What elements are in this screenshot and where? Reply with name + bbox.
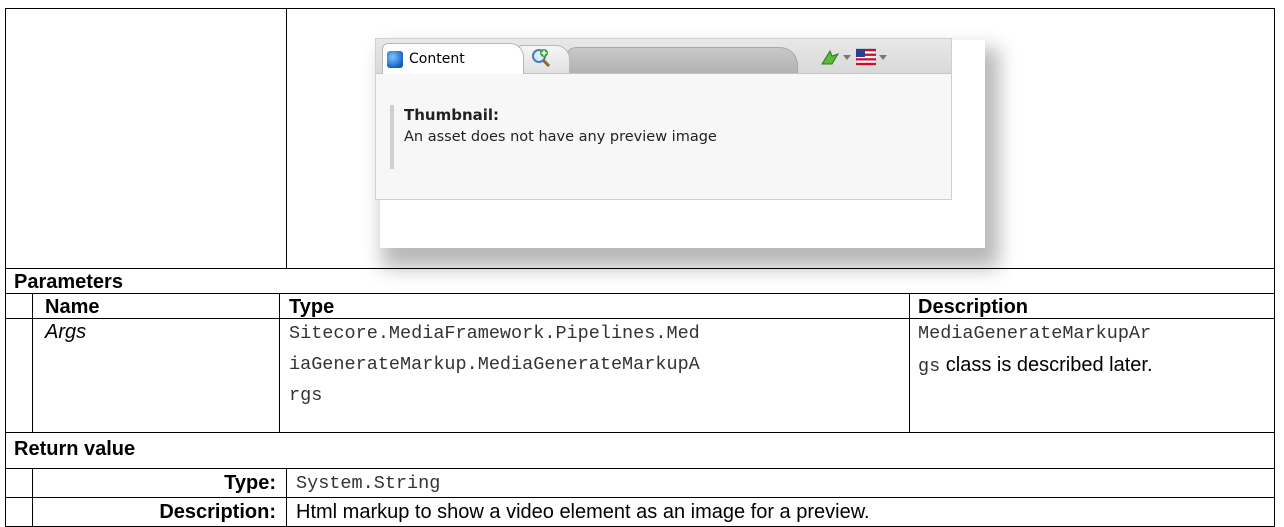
thumbnail-field-message: An asset does not have any preview image	[404, 129, 717, 145]
param-description-code-line-2: gs	[918, 356, 941, 377]
field-indicator-bar	[390, 105, 394, 169]
content-editor-screenshot: Content Thumbnail: An asset does not hav…	[375, 38, 952, 200]
return-type-value: System.String	[296, 473, 441, 494]
navigate-icon[interactable]	[820, 48, 840, 66]
parameters-title: Parameters	[14, 271, 123, 293]
chevron-down-icon[interactable]	[843, 55, 851, 60]
tab-bar: Content	[376, 39, 951, 74]
col-line-description	[909, 293, 910, 433]
thumbnail-field-title: Thumbnail:	[404, 106, 500, 124]
chevron-down-icon[interactable]	[879, 55, 887, 60]
tab-blank	[566, 47, 798, 73]
param-type-line-3: rgs	[289, 385, 323, 406]
col-line-type	[279, 293, 280, 433]
row-line-parameters	[5, 268, 1275, 269]
row-line-param-row	[5, 318, 1275, 319]
return-type-label: Type:	[224, 472, 276, 494]
param-description-line-2: gs class is described later.	[918, 353, 1153, 379]
indent-col-return	[32, 468, 33, 527]
return-description-label: Description:	[159, 501, 276, 523]
param-type-line-2: iaGenerateMarkup.MediaGenerateMarkupA	[289, 354, 700, 375]
param-header-description: Description	[918, 296, 1029, 318]
param-name-args: Args	[45, 321, 87, 343]
row-line-return-type	[5, 497, 1275, 498]
return-value-title: Return value	[14, 438, 136, 460]
screenshot-cell-divider	[286, 8, 287, 268]
table-border-top	[5, 8, 1275, 9]
return-description-value: Html markup to show a video element as a…	[296, 501, 870, 523]
row-line-return-headers	[5, 468, 1275, 469]
flag-us-icon[interactable]	[856, 48, 876, 66]
param-type-line-1: Sitecore.MediaFramework.Pipelines.Med	[289, 323, 700, 344]
cube-icon	[387, 51, 403, 68]
col-line-return-value	[286, 468, 287, 527]
row-line-return	[5, 432, 1275, 433]
param-description-code-line-1: MediaGenerateMarkupAr	[918, 323, 1152, 344]
indent-col-param	[32, 293, 33, 433]
param-header-name: Name	[45, 296, 100, 318]
row-line-param-headers	[5, 293, 1275, 294]
param-description-text: class is described later.	[940, 354, 1153, 376]
tab-content-label: Content	[409, 51, 465, 67]
search-add-icon	[532, 49, 551, 68]
param-header-type: Type	[289, 296, 335, 318]
